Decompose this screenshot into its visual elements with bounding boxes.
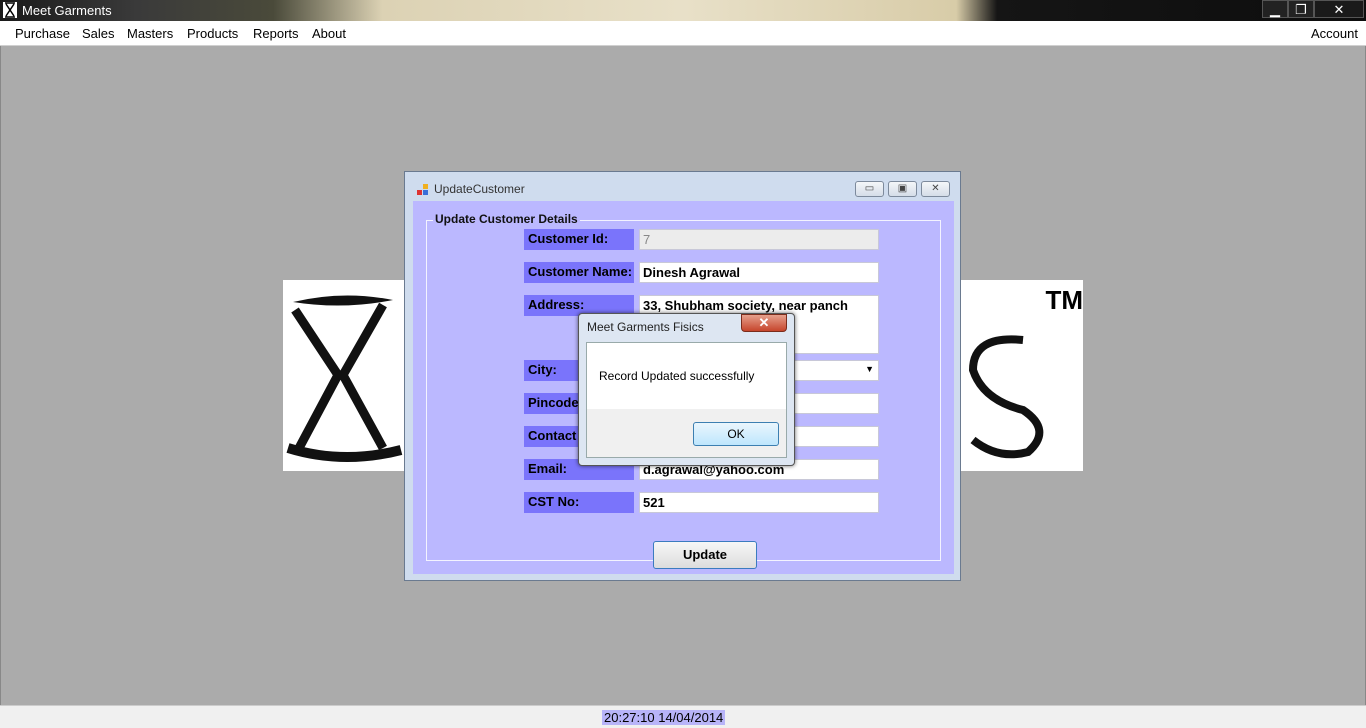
menu-bar: Purchase Sales Masters Products Reports …: [0, 21, 1366, 46]
restore-button[interactable]: ❐: [1288, 0, 1314, 18]
message-text-area: Record Updated successfully: [587, 343, 786, 409]
child-minimize-button[interactable]: ▭: [855, 181, 884, 197]
message-box-title: Meet Garments Fisics: [587, 320, 704, 334]
customer-details-group-title: Update Customer Details: [433, 212, 580, 226]
message-box: Meet Garments Fisics ✕ Record Updated su…: [578, 313, 795, 466]
menu-reports[interactable]: Reports: [253, 26, 299, 41]
menu-masters[interactable]: Masters: [127, 26, 173, 41]
ok-button[interactable]: OK: [693, 422, 779, 446]
cst-no-label: CST No:: [524, 492, 634, 513]
status-clock: 20:27:10 14/04/2014: [602, 710, 726, 725]
child-maximize-button[interactable]: ▣: [888, 181, 917, 197]
chevron-down-icon[interactable]: ▼: [865, 364, 874, 374]
status-bar: 20:27:10 14/04/2014: [0, 705, 1366, 728]
app-logo-icon: [3, 2, 17, 18]
menu-purchase[interactable]: Purchase: [15, 26, 70, 41]
update-customer-title: UpdateCustomer: [434, 182, 525, 196]
trademark-label: TM: [1045, 285, 1083, 315]
menu-products[interactable]: Products: [187, 26, 238, 41]
child-close-button[interactable]: ✕: [921, 181, 950, 197]
close-button[interactable]: ✕: [1314, 0, 1364, 18]
message-box-body: Record Updated successfully OK: [586, 342, 787, 458]
customer-id-label: Customer Id:: [524, 229, 634, 250]
app-title: Meet Garments: [22, 3, 112, 18]
customer-name-label: Customer Name:: [524, 262, 634, 283]
menu-sales[interactable]: Sales: [82, 26, 115, 41]
message-text: Record Updated successfully: [599, 369, 755, 383]
message-box-close-button[interactable]: ✕: [741, 314, 787, 332]
menu-account[interactable]: Account: [1311, 26, 1358, 41]
update-button[interactable]: Update: [653, 541, 757, 569]
app-title-bar: Meet Garments ▁ ❐ ✕: [0, 0, 1366, 21]
minimize-button[interactable]: ▁: [1262, 0, 1288, 18]
form-icon: [417, 184, 429, 195]
customer-id-field[interactable]: 7: [639, 229, 879, 250]
menu-about[interactable]: About: [312, 26, 346, 41]
cst-no-field[interactable]: 521: [639, 492, 879, 513]
customer-name-field[interactable]: Dinesh Agrawal: [639, 262, 879, 283]
